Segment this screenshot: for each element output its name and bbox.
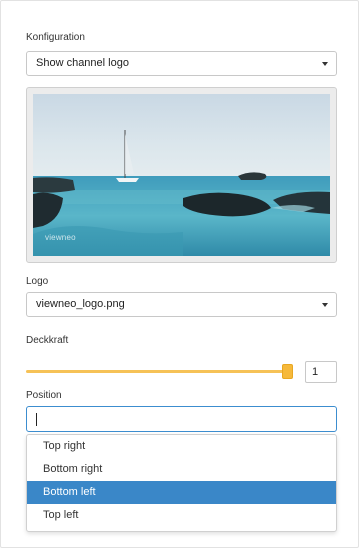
logo-select[interactable]: viewneo_logo.png xyxy=(26,292,337,317)
logo-select-value: viewneo_logo.png xyxy=(36,298,125,310)
logo-preview-frame: viewneo xyxy=(26,87,337,263)
position-option-bottom-right[interactable]: Bottom right xyxy=(27,458,336,481)
position-option-top-left[interactable]: Top left xyxy=(27,504,336,527)
position-label: Position xyxy=(26,390,62,401)
chevron-down-icon xyxy=(322,303,328,307)
logo-label: Logo xyxy=(26,276,49,287)
konfiguration-select[interactable]: Show channel logo xyxy=(26,51,337,76)
position-option-top-right[interactable]: Top right xyxy=(27,435,336,458)
chevron-down-icon xyxy=(322,62,328,66)
opacity-slider-thumb[interactable] xyxy=(282,364,293,379)
position-input[interactable] xyxy=(26,406,337,432)
konfiguration-label: Konfiguration xyxy=(26,32,85,43)
position-option-bottom-left[interactable]: Bottom left xyxy=(27,481,336,504)
deckkraft-label: Deckkraft xyxy=(26,335,69,346)
seascape-picture xyxy=(33,94,330,256)
opacity-value: 1 xyxy=(312,366,319,378)
position-dropdown-menu: Top right Bottom right Bottom left Top l… xyxy=(26,434,337,532)
text-cursor xyxy=(36,413,37,426)
logo-preview-image: viewneo xyxy=(33,94,330,256)
logo-settings-panel: Konfiguration Show channel logo viewneo … xyxy=(0,0,359,548)
viewneo-watermark: viewneo xyxy=(45,233,76,242)
opacity-slider-track[interactable] xyxy=(26,370,288,373)
opacity-value-input[interactable]: 1 xyxy=(305,361,337,383)
konfiguration-select-value: Show channel logo xyxy=(36,57,129,69)
